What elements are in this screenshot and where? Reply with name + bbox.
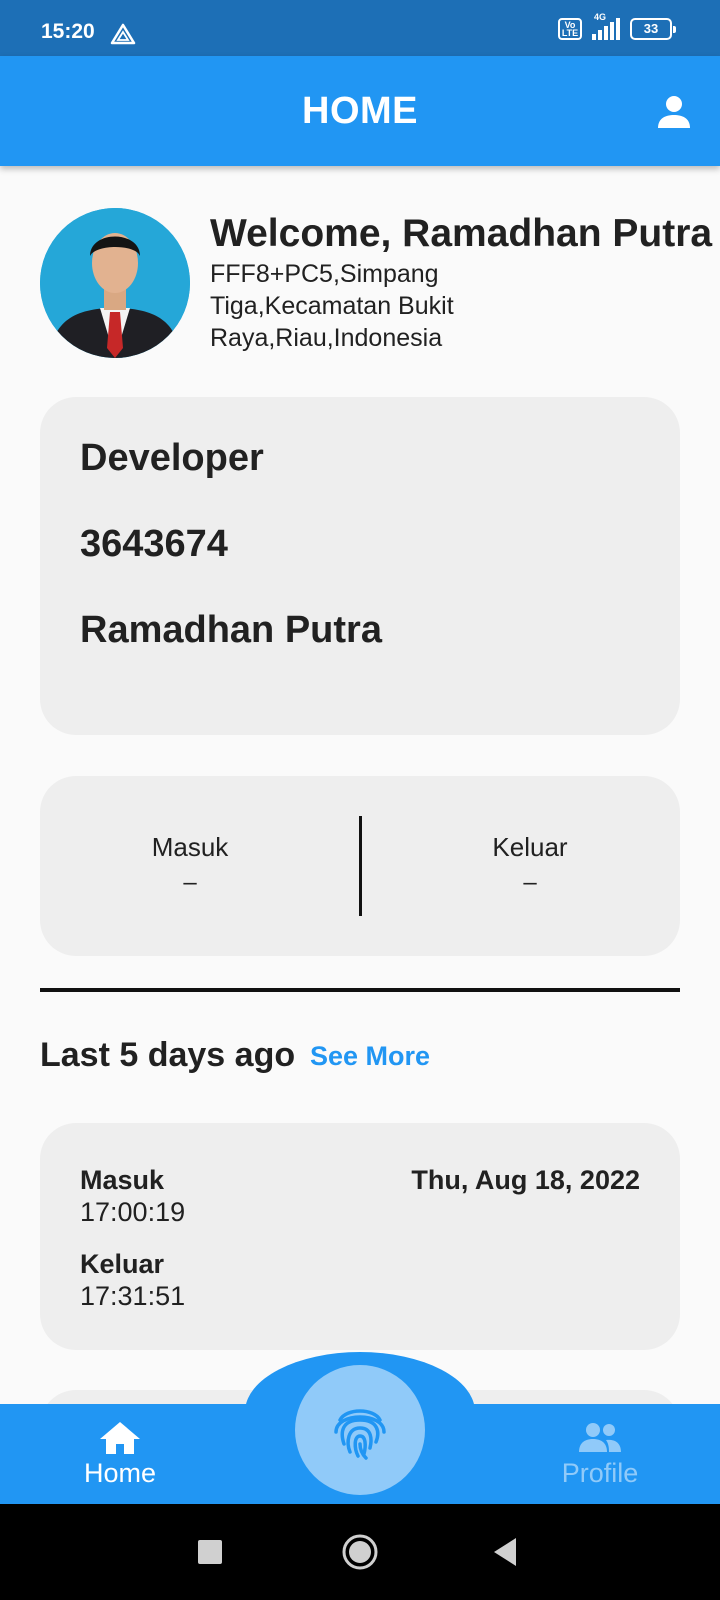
circle-icon[interactable]: [340, 1528, 380, 1576]
history-title: Last 5 days ago: [40, 1036, 296, 1074]
group-icon: [579, 1423, 621, 1452]
history-card[interactable]: Masuk 17:00:19 Keluar 17:31:51 Thu, Aug …: [40, 1123, 680, 1350]
nav-home-label: Home: [83, 1458, 157, 1488]
home-icon: [100, 1422, 140, 1454]
alert-triangle-icon: [110, 23, 136, 45]
status-time: 15:20: [41, 20, 95, 43]
see-more-link[interactable]: See More: [310, 1041, 430, 1072]
back-triangle-icon[interactable]: [492, 1528, 518, 1576]
nav-home[interactable]: Home: [40, 1420, 200, 1489]
history-date: Thu, Aug 18, 2022: [411, 1165, 640, 1195]
nav-profile[interactable]: Profile: [520, 1420, 680, 1489]
history-in-time: 17:00:19: [80, 1197, 186, 1227]
check-in-label: Masuk: [151, 832, 229, 862]
check-out-label: Keluar: [492, 832, 568, 862]
today-attendance-card: Masuk – Keluar –: [40, 776, 680, 956]
employee-info-card: Developer 3643674 Ramadhan Putra: [40, 397, 680, 735]
square-icon[interactable]: [198, 1528, 222, 1576]
divider: [359, 816, 362, 916]
check-in-value: –: [183, 869, 197, 896]
avatar: [40, 208, 190, 358]
signal-icon: 4G: [592, 12, 620, 40]
history-out-label: Keluar: [80, 1249, 165, 1279]
status-indicators: Vo LTE 4G 33: [558, 12, 676, 40]
app-bar: HOME: [0, 56, 720, 166]
history-in-label: Masuk: [80, 1165, 165, 1195]
person-icon[interactable]: [654, 92, 694, 132]
employee-id: 3643674: [80, 523, 228, 565]
check-in-column: Masuk –: [40, 832, 340, 897]
check-out-value: –: [523, 869, 537, 896]
nav-profile-label: Profile: [561, 1458, 639, 1488]
page-title: HOME: [302, 90, 418, 132]
fingerprint-icon: [334, 1409, 386, 1460]
user-address: FFF8+PC5,Simpang Tiga,Kecamatan Bukit Ra…: [210, 260, 454, 352]
battery-indicator: 33: [630, 18, 676, 40]
employee-name: Ramadhan Putra: [80, 609, 382, 651]
employee-role: Developer: [80, 437, 264, 479]
network-type: 4G: [594, 12, 607, 22]
welcome-text: Welcome, Ramadhan Putra: [210, 212, 713, 255]
check-out-column: Keluar –: [380, 832, 680, 897]
status-bar: 15:20 Vo LTE 4G 33: [0, 0, 720, 56]
section-divider: [40, 988, 680, 992]
fingerprint-button[interactable]: [295, 1365, 425, 1495]
volte-badge: Vo LTE: [558, 18, 582, 40]
system-nav-bar: [0, 1504, 720, 1600]
history-out-time: 17:31:51: [80, 1281, 186, 1311]
